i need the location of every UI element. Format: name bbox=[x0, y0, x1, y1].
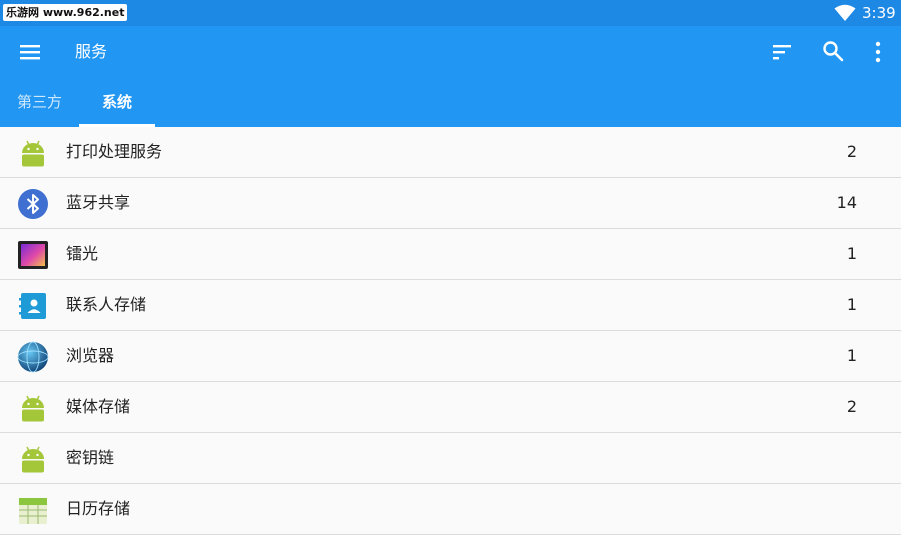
list-item[interactable]: 浏览器 1 bbox=[0, 331, 901, 382]
item-label: 媒体存储 bbox=[66, 397, 131, 416]
search-icon[interactable] bbox=[821, 39, 845, 63]
item-label: 浏览器 bbox=[66, 346, 115, 365]
tab-system[interactable]: 系统 bbox=[79, 80, 155, 126]
contacts-icon bbox=[19, 293, 46, 319]
list-item[interactable]: 镭光 1 bbox=[0, 229, 901, 280]
clock: 3:39 bbox=[862, 4, 896, 22]
item-label: 镭光 bbox=[66, 244, 99, 263]
browser-globe-icon bbox=[17, 341, 49, 373]
list-item[interactable]: 打印处理服务 2 bbox=[0, 127, 901, 178]
android-icon bbox=[22, 446, 44, 473]
tab-third-party[interactable]: 第三方 bbox=[0, 80, 79, 126]
item-count: 2 bbox=[846, 142, 857, 161]
service-list: 打印处理服务 2 蓝牙共享 14 镭光 1 联系人存储 1 浏览器 1 媒体存储… bbox=[0, 127, 901, 535]
item-label: 蓝牙共享 bbox=[66, 193, 131, 212]
app-bar: 服务 第三方 系统 bbox=[0, 26, 901, 127]
list-item[interactable]: 日历存储 bbox=[0, 484, 901, 535]
bluetooth-icon bbox=[18, 189, 48, 219]
list-item[interactable]: 蓝牙共享 14 bbox=[0, 178, 901, 229]
item-count: 1 bbox=[846, 244, 857, 263]
sort-icon[interactable] bbox=[770, 40, 794, 64]
android-icon bbox=[22, 395, 44, 422]
list-item[interactable]: 媒体存储 2 bbox=[0, 382, 901, 433]
item-count: 1 bbox=[846, 295, 857, 314]
item-count: 1 bbox=[846, 346, 857, 365]
hamburger-menu-icon[interactable] bbox=[18, 42, 42, 62]
page-title: 服务 bbox=[75, 42, 108, 61]
item-label: 日历存储 bbox=[66, 499, 131, 518]
item-label: 打印处理服务 bbox=[66, 142, 163, 161]
status-bar: 乐游网 www.962.net 3:39 bbox=[0, 0, 901, 26]
item-label: 联系人存储 bbox=[66, 295, 147, 314]
item-count: 2 bbox=[846, 397, 857, 416]
watermark: 乐游网 www.962.net bbox=[3, 4, 128, 21]
wallpaper-icon bbox=[18, 241, 48, 269]
android-icon bbox=[22, 140, 44, 167]
calendar-icon bbox=[19, 498, 47, 524]
more-options-icon[interactable] bbox=[866, 39, 890, 65]
item-label: 密钥链 bbox=[66, 448, 115, 467]
wifi-icon bbox=[834, 4, 856, 21]
list-item[interactable]: 密钥链 bbox=[0, 433, 901, 484]
item-count: 14 bbox=[836, 193, 857, 212]
list-item[interactable]: 联系人存储 1 bbox=[0, 280, 901, 331]
